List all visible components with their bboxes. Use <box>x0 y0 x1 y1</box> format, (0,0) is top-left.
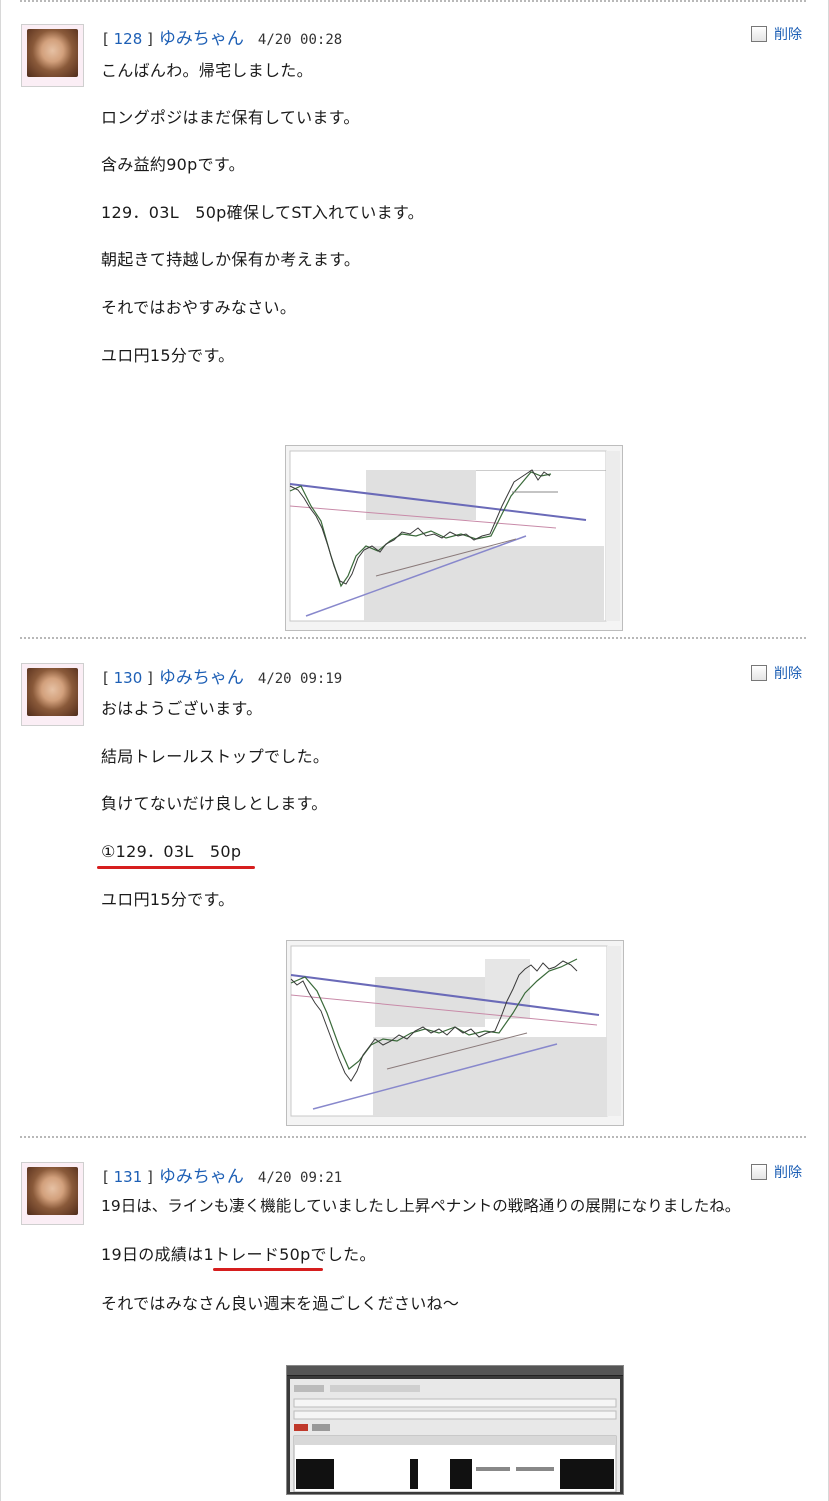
red-underline <box>213 1268 323 1271</box>
post-line: 19日の成績は1トレード50pでした。 <box>101 1245 376 1264</box>
avatar[interactable] <box>21 663 84 726</box>
avatar-photo-icon <box>27 668 78 716</box>
post-author[interactable]: ゆみちゃん <box>159 29 244 49</box>
avatar-photo-icon <box>27 1167 78 1215</box>
post-line: 朝起きて持越しか保有か考えます。 <box>101 250 361 269</box>
separator <box>20 637 806 639</box>
separator <box>20 1136 806 1138</box>
delete-checkbox-icon[interactable] <box>751 26 767 42</box>
chart-thumbnail <box>287 941 623 1125</box>
post-author[interactable]: ゆみちゃん <box>159 1167 244 1187</box>
post-date: 4/20 09:21 <box>257 1170 343 1186</box>
delete-label[interactable]: 削除 <box>774 24 802 44</box>
screenshot-body <box>290 1379 620 1493</box>
delete-label[interactable]: 削除 <box>774 1162 802 1182</box>
chart-thumbnail <box>286 446 622 630</box>
delete-control[interactable]: 削除 <box>751 1162 802 1182</box>
delete-label[interactable]: 削除 <box>774 663 802 683</box>
post-line: 129．03L 50p確保してST入れています。 <box>101 203 424 222</box>
delete-control[interactable]: 削除 <box>751 24 802 44</box>
post-header: [ 130 ] ゆみちゃん 4/20 09:19 <box>103 668 343 688</box>
post-line-highlight: ①129．03L 50p <box>101 842 242 861</box>
post-number[interactable]: 128 <box>114 30 143 48</box>
chart-image[interactable] <box>285 445 623 631</box>
post-header: [ 128 ] ゆみちゃん 4/20 00:28 <box>103 29 343 49</box>
post-line: それではみなさん良い週末を過ごしくださいね～ <box>101 1294 460 1313</box>
post-date: 4/20 00:28 <box>257 32 343 48</box>
red-underline <box>97 866 255 869</box>
delete-checkbox-icon[interactable] <box>751 1164 767 1180</box>
screenshot-titlebar <box>287 1366 623 1376</box>
post-line: それではおやすみなさい。 <box>101 298 297 317</box>
post-line: ユロ円15分です。 <box>101 346 235 365</box>
avatar[interactable] <box>21 1162 84 1225</box>
post-line: 含み益約90pです。 <box>101 155 245 174</box>
post-line: ロングポジはまだ保有しています。 <box>101 108 360 127</box>
delete-checkbox-icon[interactable] <box>751 665 767 681</box>
trade-history-screenshot[interactable] <box>286 1365 624 1495</box>
post-date: 4/20 09:19 <box>257 671 343 687</box>
post-header: [ 131 ] ゆみちゃん 4/20 09:21 <box>103 1167 343 1187</box>
post-line: 19日は、ラインも凄く機能していましたし上昇ペナントの戦略通りの展開になりました… <box>101 1197 741 1215</box>
avatar[interactable] <box>21 24 84 87</box>
post-line: 負けてないだけ良しとします。 <box>101 794 328 813</box>
chart-image[interactable] <box>286 940 624 1126</box>
post-line: 結局トレールストップでした。 <box>101 747 330 766</box>
avatar-photo-icon <box>27 29 78 77</box>
post-line: ユロ円15分です。 <box>101 890 235 909</box>
post-number[interactable]: 130 <box>114 669 143 687</box>
post-line: おはようございます。 <box>101 699 263 718</box>
separator <box>20 0 806 2</box>
post-line: こんばんわ。帰宅しました。 <box>101 61 313 80</box>
post-author[interactable]: ゆみちゃん <box>159 668 244 688</box>
delete-control[interactable]: 削除 <box>751 663 802 683</box>
post-number[interactable]: 131 <box>114 1168 143 1186</box>
screenshot-content <box>290 1379 620 1493</box>
